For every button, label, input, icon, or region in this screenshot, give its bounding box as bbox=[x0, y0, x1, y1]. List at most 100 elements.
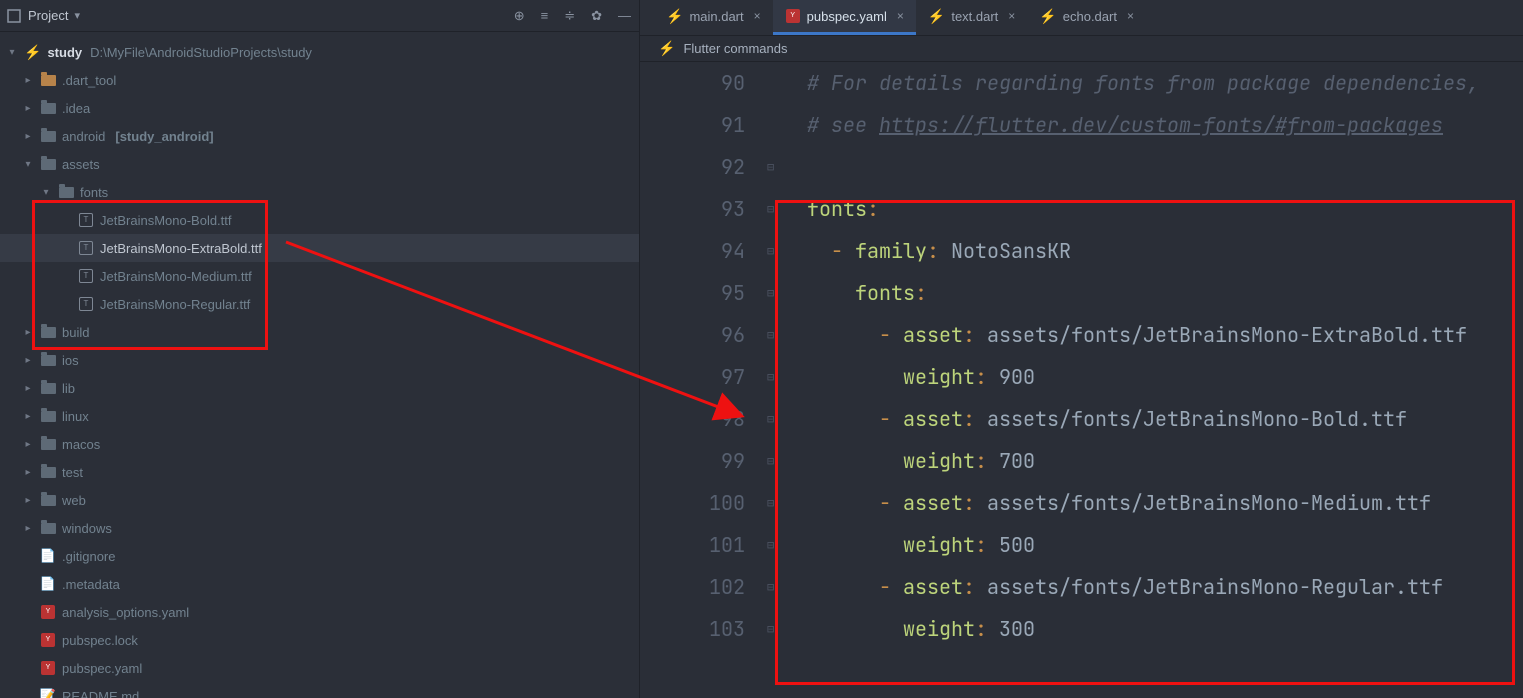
file-icon: 📄 bbox=[40, 548, 56, 564]
editor-tabs: ⚡ main.dart × Y pubspec.yaml × ⚡ text.da… bbox=[640, 0, 1523, 36]
tree-item-label: JetBrainsMono-Bold.ttf bbox=[100, 213, 232, 228]
ttf-file-icon: T bbox=[78, 212, 94, 228]
tree-assets[interactable]: assets bbox=[0, 150, 639, 178]
yaml-file-icon: Y bbox=[785, 8, 801, 24]
folder-icon bbox=[41, 523, 56, 534]
module-label: [study_android] bbox=[115, 129, 213, 144]
tree-fonts[interactable]: fonts bbox=[0, 178, 639, 206]
tree-lib[interactable]: lib bbox=[0, 374, 639, 402]
tree-item-label: JetBrainsMono-ExtraBold.ttf bbox=[100, 241, 262, 256]
tree-windows[interactable]: windows bbox=[0, 514, 639, 542]
tree-pubspec-yaml[interactable]: Y pubspec.yaml bbox=[0, 654, 639, 682]
flutter-commands-label: Flutter commands bbox=[683, 41, 787, 56]
close-icon[interactable]: × bbox=[1008, 9, 1015, 23]
flutter-icon: ⚡ bbox=[658, 40, 675, 57]
tab-label: echo.dart bbox=[1063, 9, 1117, 24]
close-icon[interactable]: × bbox=[1127, 9, 1134, 23]
tree-item-label: .metadata bbox=[62, 577, 120, 592]
project-tree[interactable]: ⚡ study D:\MyFile\AndroidStudioProjects\… bbox=[0, 32, 639, 698]
tree-item-label: ios bbox=[62, 353, 79, 368]
tree-item-label: macos bbox=[62, 437, 100, 452]
tree-item-label: android bbox=[62, 129, 105, 144]
folder-icon bbox=[41, 383, 56, 394]
tab-label: main.dart bbox=[689, 9, 743, 24]
project-dropdown[interactable]: Project bbox=[28, 8, 68, 23]
folder-icon bbox=[41, 75, 56, 86]
tree-font-file[interactable]: T JetBrainsMono-Bold.ttf bbox=[0, 206, 639, 234]
expand-all-icon[interactable]: ≡ bbox=[541, 8, 549, 23]
line-number-gutter: 90919293949596979899100101102103 bbox=[640, 62, 765, 698]
tab-label: text.dart bbox=[951, 9, 998, 24]
tree-root[interactable]: ⚡ study D:\MyFile\AndroidStudioProjects\… bbox=[0, 38, 639, 66]
dart-file-icon: ⚡ bbox=[1039, 8, 1056, 25]
close-icon[interactable]: × bbox=[754, 9, 761, 23]
tree-item-label: analysis_options.yaml bbox=[62, 605, 189, 620]
tree-android[interactable]: android [study_android] bbox=[0, 122, 639, 150]
tab-text-dart[interactable]: ⚡ text.dart × bbox=[916, 0, 1027, 35]
yaml-file-icon: Y bbox=[40, 660, 56, 676]
tree-metadata[interactable]: 📄 .metadata bbox=[0, 570, 639, 598]
tree-item-label: JetBrainsMono-Medium.ttf bbox=[100, 269, 252, 284]
folder-icon bbox=[41, 327, 56, 338]
tree-font-file-selected[interactable]: T JetBrainsMono-ExtraBold.ttf bbox=[0, 234, 639, 262]
code-editor[interactable]: 90919293949596979899100101102103 ⊟⊟⊟⊟⊟⊟⊟… bbox=[640, 62, 1523, 698]
close-icon[interactable]: × bbox=[897, 9, 904, 23]
yaml-file-icon: Y bbox=[40, 604, 56, 620]
tree-item-label: pubspec.lock bbox=[62, 633, 138, 648]
tab-pubspec-yaml[interactable]: Y pubspec.yaml × bbox=[773, 0, 916, 35]
tree-ios[interactable]: ios bbox=[0, 346, 639, 374]
tab-echo-dart[interactable]: ⚡ echo.dart × bbox=[1027, 0, 1146, 35]
tree-test[interactable]: test bbox=[0, 458, 639, 486]
tree-item-label: build bbox=[62, 325, 89, 340]
code-area[interactable]: # For details regarding fonts from packa… bbox=[783, 62, 1523, 698]
tree-readme[interactable]: 📝 README.md bbox=[0, 682, 639, 698]
folder-icon bbox=[41, 131, 56, 142]
locate-icon[interactable]: ⊕ bbox=[514, 8, 525, 24]
tree-item-label: README.md bbox=[62, 689, 139, 698]
folder-icon bbox=[41, 103, 56, 114]
yaml-file-icon: Y bbox=[40, 632, 56, 648]
tree-analysis-options[interactable]: Y analysis_options.yaml bbox=[0, 598, 639, 626]
fold-gutter[interactable]: ⊟⊟⊟⊟⊟⊟⊟⊟⊟⊟⊟⊟ bbox=[765, 62, 783, 698]
tree-item-label: pubspec.yaml bbox=[62, 661, 142, 676]
tab-main-dart[interactable]: ⚡ main.dart × bbox=[654, 0, 773, 35]
settings-icon[interactable]: ✿ bbox=[591, 8, 602, 24]
tree-font-file[interactable]: T JetBrainsMono-Medium.ttf bbox=[0, 262, 639, 290]
folder-icon bbox=[41, 355, 56, 366]
tree-font-file[interactable]: T JetBrainsMono-Regular.ttf bbox=[0, 290, 639, 318]
ttf-file-icon: T bbox=[78, 268, 94, 284]
flutter-commands-bar[interactable]: ⚡ Flutter commands bbox=[640, 36, 1523, 62]
tree-macos[interactable]: macos bbox=[0, 430, 639, 458]
tree-item-label: test bbox=[62, 465, 83, 480]
tree-item-label: lib bbox=[62, 381, 75, 396]
folder-icon bbox=[41, 159, 56, 170]
collapse-all-icon[interactable]: ≑ bbox=[564, 8, 575, 24]
tree-item-label: .dart_tool bbox=[62, 73, 116, 88]
tree-idea[interactable]: .idea bbox=[0, 94, 639, 122]
folder-icon bbox=[41, 467, 56, 478]
tree-web[interactable]: web bbox=[0, 486, 639, 514]
project-view-icon[interactable] bbox=[6, 8, 22, 24]
folder-icon bbox=[41, 411, 56, 422]
root-path: D:\MyFile\AndroidStudioProjects\study bbox=[90, 45, 312, 60]
tree-build[interactable]: build bbox=[0, 318, 639, 346]
ttf-file-icon: T bbox=[78, 296, 94, 312]
tree-gitignore[interactable]: 📄 .gitignore bbox=[0, 542, 639, 570]
markdown-file-icon: 📝 bbox=[40, 688, 56, 698]
flutter-icon: ⚡ bbox=[24, 44, 41, 61]
tree-item-label: linux bbox=[62, 409, 89, 424]
project-toolbar: Project ▾ ⊕ ≡ ≑ ✿ — bbox=[0, 0, 639, 32]
tree-item-label: assets bbox=[62, 157, 100, 172]
tree-item-label: .idea bbox=[62, 101, 90, 116]
hide-panel-icon[interactable]: — bbox=[618, 8, 631, 23]
file-icon: 📄 bbox=[40, 576, 56, 592]
tree-dart-tool[interactable]: .dart_tool bbox=[0, 66, 639, 94]
tree-item-label: JetBrainsMono-Regular.ttf bbox=[100, 297, 250, 312]
chevron-down-icon[interactable]: ▾ bbox=[74, 9, 80, 22]
tab-label: pubspec.yaml bbox=[807, 9, 887, 24]
dart-file-icon: ⚡ bbox=[666, 8, 683, 25]
tree-pubspec-lock[interactable]: Y pubspec.lock bbox=[0, 626, 639, 654]
tree-item-label: web bbox=[62, 493, 86, 508]
dart-file-icon: ⚡ bbox=[928, 8, 945, 25]
tree-linux[interactable]: linux bbox=[0, 402, 639, 430]
